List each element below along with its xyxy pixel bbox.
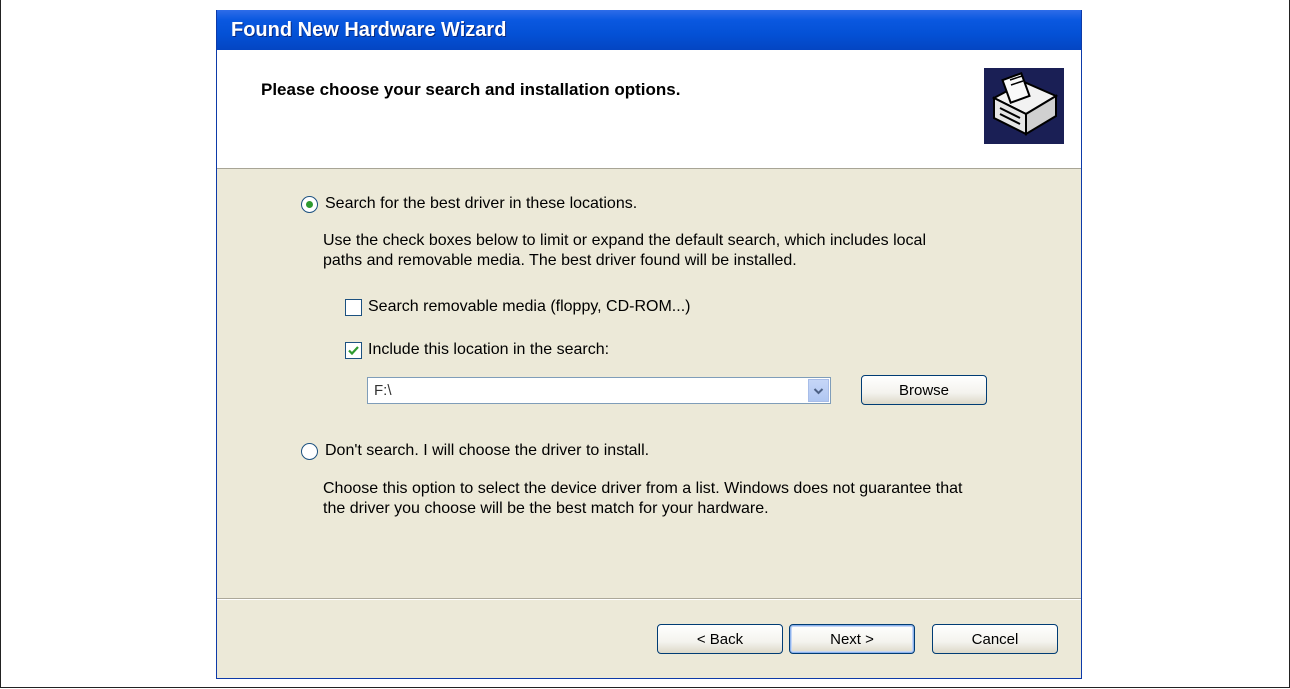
manual-option-description: Choose this option to select the device … — [323, 479, 1081, 519]
location-value[interactable]: F:\ — [374, 382, 392, 399]
manual-option-label: Don't search. I will choose the driver t… — [325, 442, 650, 459]
location-combo-box[interactable]: F:\ — [367, 377, 831, 404]
browse-button[interactable]: Browse — [861, 375, 987, 405]
cancel-button-label: Cancel — [971, 630, 1019, 648]
include-location-label: Include this location in the search: — [368, 341, 610, 358]
manual-description-line-2: the driver you choose will be the best m… — [323, 500, 769, 517]
next-button[interactable]: Next > — [789, 624, 915, 654]
wizard-header: Please choose your search and installati… — [217, 50, 1081, 169]
manual-option-radio[interactable] — [301, 442, 318, 460]
footer-divider — [217, 598, 1081, 600]
include-location-checkbox[interactable] — [345, 341, 362, 359]
wizard-content: Search for the best driver in these loca… — [217, 169, 1081, 589]
search-option-description: Use the check boxes below to limit or ex… — [323, 231, 1081, 271]
removable-media-label: Search removable media (floppy, CD-ROM..… — [368, 298, 691, 315]
window-title: Found New Hardware Wizard — [231, 18, 507, 41]
manual-description-line-1: Choose this option to select the device … — [323, 480, 963, 497]
search-option-radio[interactable] — [301, 195, 318, 213]
search-description-line-2: paths and removable media. The best driv… — [323, 252, 797, 269]
manual-option[interactable]: Don't search. I will choose the driver t… — [301, 442, 649, 460]
back-button-label: < Back — [696, 630, 744, 648]
dropdown-button[interactable] — [808, 379, 829, 402]
title-bar[interactable]: Found New Hardware Wizard — [217, 10, 1081, 50]
removable-media-checkbox[interactable] — [345, 298, 362, 316]
include-location-option[interactable]: Include this location in the search: — [345, 341, 609, 359]
chevron-down-icon — [813, 387, 824, 394]
header-title: Please choose your search and installati… — [261, 80, 681, 99]
search-option-label: Search for the best driver in these loca… — [325, 195, 638, 212]
browse-button-label: Browse — [898, 381, 950, 399]
removable-media-option[interactable]: Search removable media (floppy, CD-ROM..… — [345, 298, 690, 316]
search-option[interactable]: Search for the best driver in these loca… — [301, 195, 637, 213]
checkmark-icon — [348, 345, 359, 355]
next-button-label: Next > — [830, 630, 874, 648]
search-description-line-1: Use the check boxes below to limit or ex… — [323, 232, 926, 249]
wizard-window: Found New Hardware Wizard Please choose … — [216, 10, 1082, 679]
hardware-icon — [984, 68, 1064, 144]
back-button[interactable]: < Back — [657, 624, 783, 654]
cancel-button[interactable]: Cancel — [932, 624, 1058, 654]
